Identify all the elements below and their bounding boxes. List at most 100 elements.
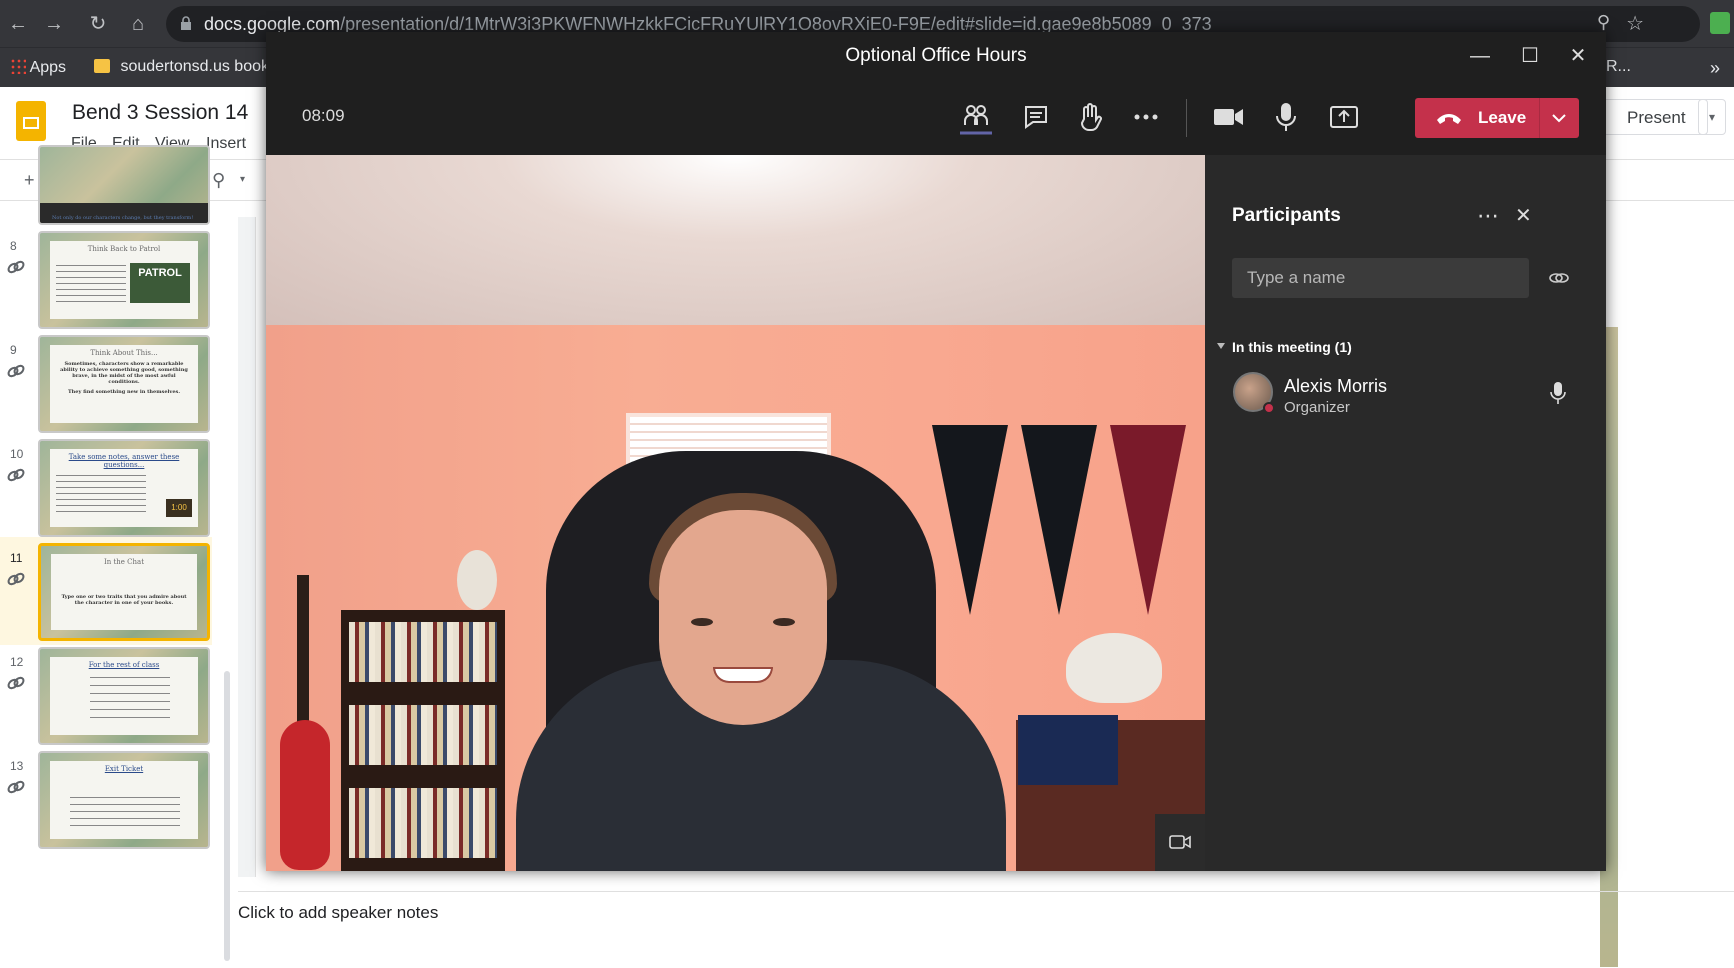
notes-divider[interactable] [238,891,1734,892]
menu-insert[interactable]: Insert [206,135,246,153]
slide-number: 9 [10,343,17,357]
slide-title: Think About This... [90,349,158,357]
apps-grid-icon [10,58,26,74]
folder-icon [94,59,110,73]
slide-body-2: They find something new in themselves. [67,389,181,395]
more-actions-icon[interactable] [1126,97,1166,137]
switch-camera-button[interactable] [1155,814,1205,871]
chevron-down-icon[interactable] [1551,112,1567,124]
slide-timer: 1:00 [166,499,192,517]
apps-bookmark[interactable]: Apps [10,58,66,77]
slide-thumbnail-10[interactable]: Take some notes, answer these questions.… [38,439,210,537]
zoom-icon[interactable]: ⚲ [212,170,225,191]
panel-title: Participants [1232,205,1341,226]
video-ceiling [266,155,1205,325]
pennant [1110,425,1186,615]
person-eye [691,618,713,626]
slide-badge: PATROL [130,263,190,303]
slide-title: For the rest of class [88,661,160,669]
slide-number: 8 [10,239,17,253]
forward-icon[interactable]: → [40,10,68,38]
leave-button[interactable]: Leave [1415,98,1579,138]
microphone-icon[interactable] [1266,97,1306,137]
chevron-down-icon[interactable] [1217,343,1225,349]
camera-icon[interactable] [1208,97,1248,137]
presence-status-icon [1263,402,1275,414]
back-icon[interactable]: ← [4,10,32,38]
link-icon [7,572,25,586]
participant-name[interactable]: Alexis Morris [1284,376,1387,397]
filmstrip-scrollbar[interactable] [224,671,230,961]
participants-icon[interactable] [956,97,996,137]
slide-thumbnail-8[interactable]: Think Back to Patrol PATROL [38,231,210,329]
present-button[interactable]: Present [1588,99,1708,135]
link-icon [7,260,25,274]
slide-body: Type one or two traits that you admire a… [61,594,187,606]
section-in-this-meeting[interactable]: In this meeting (1) [1232,339,1352,355]
star-icon[interactable]: ☆ [1626,11,1644,36]
zoom-dropdown[interactable]: ▾ [240,174,245,185]
reload-icon[interactable]: ↻ [84,10,112,38]
slide-thumbnail-11[interactable]: In the Chat Type one or two traits that … [38,543,210,641]
slide-title: Exit Ticket [104,765,144,773]
desk-cloth [1018,715,1118,785]
new-slide-icon[interactable]: + [24,170,35,191]
video-feed [266,155,1205,871]
home-icon[interactable]: ⌂ [124,10,152,38]
link-icon [7,468,25,482]
link-icon [7,364,25,378]
hang-up-icon [1437,114,1461,124]
close-panel-icon[interactable]: ✕ [1515,203,1532,228]
present-dropdown[interactable]: ▾ [1698,99,1726,135]
slide-number: 11 [10,551,23,565]
slides-logo-icon [16,101,46,141]
leave-label: Leave [1478,108,1527,127]
person-face [659,510,827,725]
pennant [932,425,1008,615]
link-icon [7,780,25,794]
raise-hand-icon[interactable] [1070,97,1110,137]
pineapple-decor [457,550,497,610]
slide-number: 13 [10,759,24,773]
slide-thumbnail-13[interactable]: Exit Ticket [38,751,210,849]
slide-thumbnail-9[interactable]: Think About This... Sometimes, character… [38,335,210,433]
microphone-icon [1550,382,1566,404]
slide-thumbnail-12[interactable]: For the rest of class [38,647,210,745]
slide-number: 10 [10,447,24,461]
bookmarks-more-icon[interactable]: » [1710,58,1720,79]
slide-body: Sometimes, characters show a remarkable … [60,361,188,385]
participant-role: Organizer [1284,399,1350,416]
lock-icon [181,16,191,30]
extension-icon[interactable] [1710,12,1730,34]
guitar [280,720,330,870]
participants-panel: Participants ⋯ ✕ In this meeting (1) Ale… [1205,155,1606,871]
slide-title: Take some notes, answer these questions.… [68,453,180,469]
more-options-icon[interactable]: ⋯ [1477,203,1499,229]
meeting-title: Optional Office Hours [845,45,1027,66]
zoom-icon[interactable]: ⚲ [1597,12,1610,33]
chat-icon[interactable] [1016,97,1056,137]
switch-camera-icon [1169,835,1191,849]
window-titlebar: Optional Office Hours — ☐ ✕ [266,32,1606,79]
bookshelf [341,610,505,871]
share-screen-icon[interactable] [1324,97,1364,137]
share-link-icon[interactable] [1548,268,1570,288]
toolbar-separator [1186,99,1187,137]
leave-split-divider [1539,98,1540,138]
slide-thumbnail[interactable]: Not only do our characters change, but t… [38,145,210,225]
minimize-icon[interactable]: — [1464,40,1496,72]
search-participants-input[interactable] [1232,258,1529,298]
document-title[interactable]: Bend 3 Session 14 [72,101,248,125]
speaker-notes[interactable]: Click to add speaker notes [238,903,438,923]
guitar-neck [297,575,309,735]
teams-meeting-window: Optional Office Hours — ☐ ✕ 08:09 Leave … [266,32,1606,871]
bookmark-overflow[interactable]: R... [1606,58,1631,76]
call-controls-bar: 08:09 Leave [266,79,1606,155]
maximize-icon[interactable]: ☐ [1514,40,1546,72]
bookmark-folder[interactable]: soudertonsd.us bookr [94,58,274,76]
person-smile [713,667,773,683]
vertical-ruler [238,217,256,877]
close-icon[interactable]: ✕ [1562,40,1594,72]
slide-caption: Not only do our characters change, but t… [52,215,194,221]
plush-toy [1066,633,1162,703]
